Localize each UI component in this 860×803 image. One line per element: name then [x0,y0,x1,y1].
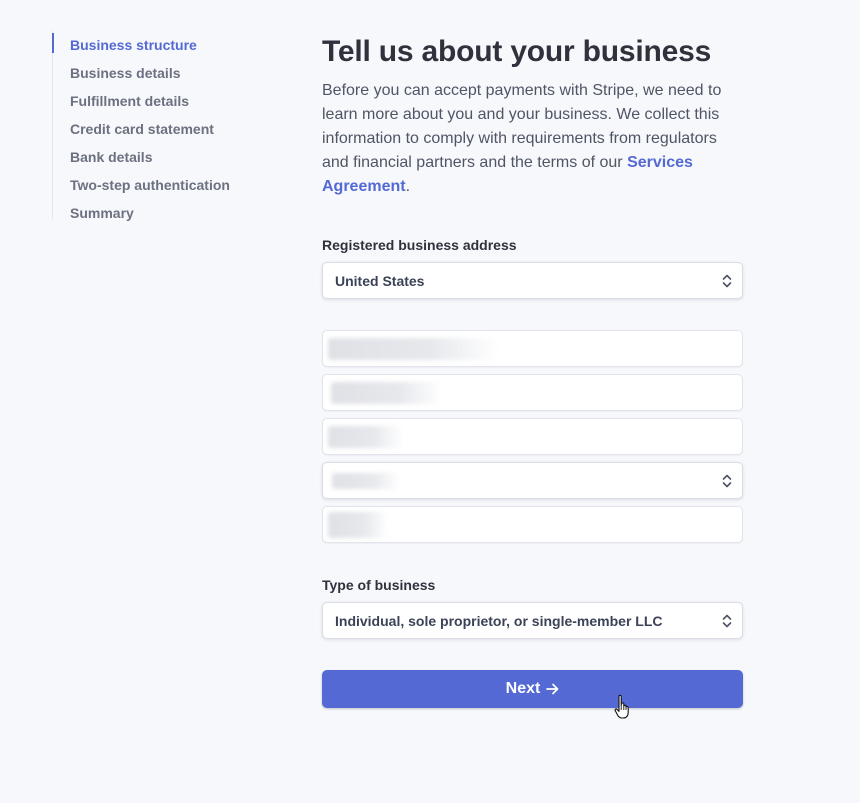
sidebar-item-credit-card-statement[interactable]: Credit card statement [53,115,252,143]
address-label: Registered business address [322,237,517,253]
business-type-value: Individual, sole proprietor, or single-m… [335,612,663,629]
sidebar-item-fulfillment-details[interactable]: Fulfillment details [53,87,252,115]
redacted-value [328,337,498,360]
redacted-value [332,472,400,489]
intro-end: . [405,178,411,195]
redacted-value [328,511,388,538]
country-value: United States [335,272,425,289]
next-button[interactable]: Next [322,670,743,708]
chevron-up-down-icon [722,274,732,288]
address-line2-field[interactable] [322,374,743,411]
next-button-label: Next [505,680,541,697]
sidebar-item-label: Credit card statement [70,121,214,137]
business-type-select[interactable]: Individual, sole proprietor, or single-m… [322,602,743,639]
redacted-value [331,381,443,404]
sidebar-item-business-structure[interactable]: Business structure [52,31,252,59]
redacted-value [328,425,403,448]
sidebar-item-label: Bank details [70,149,153,165]
arrow-right-icon [546,683,559,695]
state-select[interactable] [322,462,743,499]
business-type-label: Type of business [322,577,436,593]
postal-code-field[interactable] [322,506,743,543]
progress-sidebar: Business structure Business details Fulf… [52,31,252,221]
sidebar-item-label: Business structure [70,37,197,53]
sidebar-item-label: Summary [70,205,134,221]
page-title: Tell us about your business [322,35,712,68]
sidebar-item-label: Business details [70,65,181,81]
city-field[interactable] [322,418,743,455]
sidebar-item-label: Two-step authentication [70,177,230,193]
sidebar-item-summary[interactable]: Summary [53,199,252,227]
main-form: Tell us about your business Before you c… [322,32,743,708]
country-select[interactable]: United States [322,262,743,299]
chevron-up-down-icon [722,474,732,488]
sidebar-item-bank-details[interactable]: Bank details [53,143,252,171]
intro-paragraph: Before you can accept payments with Stri… [322,79,743,199]
chevron-up-down-icon [722,614,732,628]
address-line1-field[interactable] [322,330,743,367]
sidebar-item-business-details[interactable]: Business details [53,59,252,87]
sidebar-item-two-step-authentication[interactable]: Two-step authentication [53,171,252,199]
onboarding-page: Business structure Business details Fulf… [0,0,860,803]
sidebar-item-label: Fulfillment details [70,93,190,109]
hand-pointer-cursor-icon [614,694,629,719]
